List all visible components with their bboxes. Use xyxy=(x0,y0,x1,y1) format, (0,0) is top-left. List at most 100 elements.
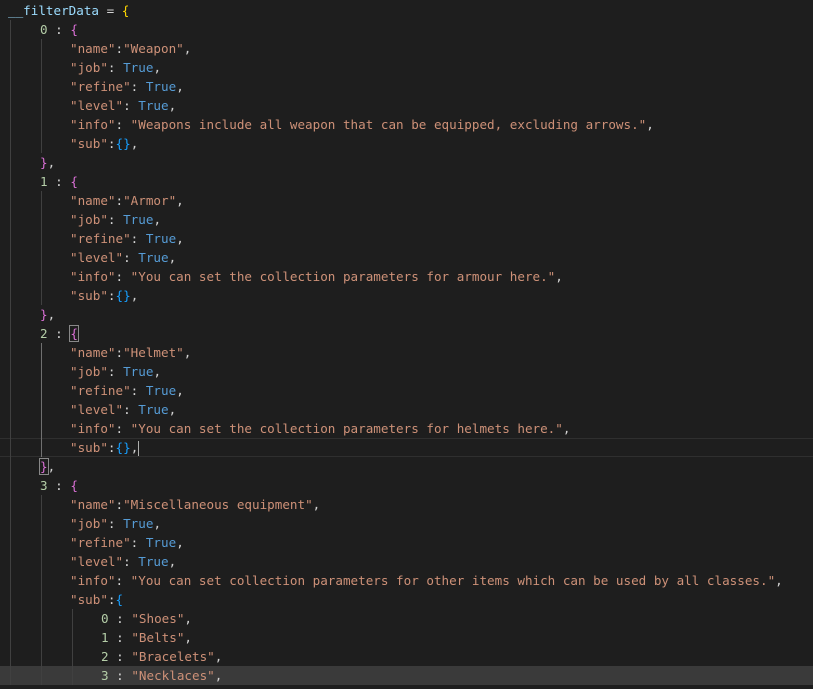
dict-key-string: "sub" xyxy=(70,136,108,151)
code-line[interactable]: __filterData = { xyxy=(0,1,813,20)
operator: : xyxy=(115,117,131,132)
code-line[interactable]: }, xyxy=(0,305,813,324)
dict-value: "You can set the collection parameters f… xyxy=(130,421,563,436)
bracket: { xyxy=(121,3,130,18)
code-editor[interactable]: __filterData = {0 : {"name":"Weapon", "jo… xyxy=(0,0,813,689)
code-line[interactable]: 2 : "Bracelets", xyxy=(0,647,813,666)
code-line[interactable]: 2 : { xyxy=(0,324,813,343)
code-line[interactable]: "info": "You can set the collection para… xyxy=(0,419,813,438)
bracket: { xyxy=(115,592,124,607)
code-line[interactable]: "level": True, xyxy=(0,96,813,115)
code-line[interactable]: "refine": True, xyxy=(0,381,813,400)
text-cursor xyxy=(138,441,140,456)
operator: : xyxy=(107,212,124,227)
code-line[interactable]: "refine": True, xyxy=(0,77,813,96)
code-line[interactable]: "job": True, xyxy=(0,210,813,229)
operator: : xyxy=(115,573,131,588)
operator: : xyxy=(107,60,124,75)
code-line[interactable]: 1 : "Belts", xyxy=(0,628,813,647)
dict-value: "Weapons include all weapon that can be … xyxy=(130,117,647,132)
indent-guide xyxy=(41,191,42,305)
code-line[interactable]: 3 : "Necklaces", xyxy=(0,666,813,685)
dict-value: True xyxy=(145,535,177,550)
dict-key-string: "level" xyxy=(70,554,124,569)
operator: : xyxy=(107,440,116,455)
operator: , xyxy=(168,250,177,265)
dict-key-number: 3 xyxy=(40,478,48,493)
code-line[interactable]: "job": True, xyxy=(0,58,813,77)
dict-value: True xyxy=(138,402,169,417)
operator: , xyxy=(47,155,56,170)
code-line[interactable]: "info": "Weapons include all weapon that… xyxy=(0,115,813,134)
code-line[interactable]: "sub":{}, xyxy=(0,134,813,153)
code-line[interactable]: 0 : "Shoes", xyxy=(0,609,813,628)
dict-key-string: "job" xyxy=(70,212,108,227)
code-line[interactable]: "refine": True, xyxy=(0,533,813,552)
code-line[interactable]: "name":"Miscellaneous equipment", xyxy=(0,495,813,514)
dict-key-string: "info" xyxy=(70,573,116,588)
bracket: {} xyxy=(115,440,131,455)
code-line[interactable]: "name":"Helmet", xyxy=(0,343,813,362)
operator: , xyxy=(153,364,162,379)
dict-key-string: "job" xyxy=(70,516,108,531)
operator: , xyxy=(184,611,193,626)
indent-guide xyxy=(72,609,73,685)
code-line[interactable]: "level": True, xyxy=(0,248,813,267)
dict-key-string: "refine" xyxy=(70,535,131,550)
code-line[interactable]: "info": "You can set collection paramete… xyxy=(0,571,813,590)
bracket: } xyxy=(39,458,49,475)
code-line[interactable]: 3 : { xyxy=(0,476,813,495)
dict-value: "Necklaces" xyxy=(131,668,215,683)
code-line[interactable]: }, xyxy=(0,153,813,172)
dict-key-string: "info" xyxy=(70,269,116,284)
operator: : xyxy=(47,174,71,189)
dict-key-number: 0 xyxy=(40,22,48,37)
dict-key-number: 1 xyxy=(40,174,48,189)
operator: , xyxy=(130,136,139,151)
dict-key-string: "refine" xyxy=(70,79,131,94)
dict-key-string: "job" xyxy=(70,364,108,379)
bracket: { xyxy=(70,174,78,189)
dict-key-string: "name" xyxy=(70,497,116,512)
code-line[interactable]: "name":"Weapon", xyxy=(0,39,813,58)
dict-key-string: "name" xyxy=(70,193,116,208)
dict-value: "Bracelets" xyxy=(131,649,215,664)
dict-value: "Armor" xyxy=(123,193,177,208)
operator: , xyxy=(183,41,192,56)
code-line[interactable]: "refine": True, xyxy=(0,229,813,248)
operator: : xyxy=(107,516,124,531)
operator: , xyxy=(176,231,184,246)
operator: : xyxy=(108,630,132,645)
dict-key-string: "info" xyxy=(70,117,116,132)
operator: , xyxy=(312,497,321,512)
indent-guide xyxy=(10,20,11,685)
dict-value: "Weapon" xyxy=(123,41,184,56)
operator: , xyxy=(168,554,177,569)
operator: : xyxy=(130,231,146,246)
code-line[interactable]: }, xyxy=(0,457,813,476)
operator: : xyxy=(107,136,116,151)
code-line[interactable]: "info": "You can set the collection para… xyxy=(0,267,813,286)
operator: , xyxy=(214,649,223,664)
dict-key-string: "info" xyxy=(70,421,116,436)
code-line[interactable]: "level": True, xyxy=(0,400,813,419)
code-line[interactable]: "job": True, xyxy=(0,514,813,533)
code-line[interactable]: 1 : { xyxy=(0,172,813,191)
code-line[interactable]: "sub":{}, xyxy=(0,286,813,305)
code-line[interactable]: "sub":{}, xyxy=(0,438,813,457)
operator: , xyxy=(47,307,56,322)
operator: , xyxy=(555,269,563,284)
operator: : xyxy=(47,22,71,37)
operator: : xyxy=(115,497,124,512)
code-line[interactable]: 0 : { xyxy=(0,20,813,39)
dict-value: True xyxy=(145,383,177,398)
operator: : xyxy=(108,649,132,664)
code-line[interactable]: "sub":{ xyxy=(0,590,813,609)
code-line[interactable]: "job": True, xyxy=(0,362,813,381)
code-line[interactable]: "name":"Armor", xyxy=(0,191,813,210)
dict-value: "Shoes" xyxy=(131,611,185,626)
dict-key-number: 2 xyxy=(101,649,109,664)
code-line[interactable]: "level": True, xyxy=(0,552,813,571)
dict-key-number: 1 xyxy=(101,630,109,645)
operator: : xyxy=(123,402,139,417)
